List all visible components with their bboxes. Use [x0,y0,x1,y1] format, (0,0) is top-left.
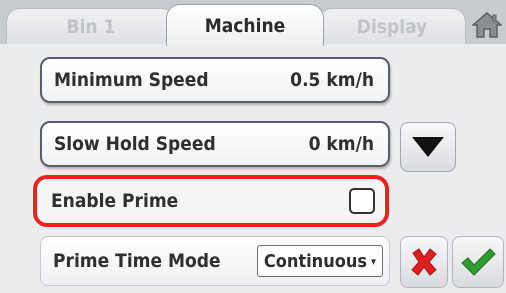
tab-display[interactable]: Display [318,8,466,44]
slow-hold-speed-label: Slow Hold Speed [54,133,216,155]
minimum-speed-label: Minimum Speed [54,69,209,91]
enable-prime-checkbox[interactable] [349,188,375,214]
slow-hold-speed-field[interactable]: Slow Hold Speed 0 km/h [40,121,390,167]
tab-machine[interactable]: Machine [166,4,324,46]
confirm-button[interactable] [452,236,504,288]
scroll-down-button[interactable] [400,122,456,172]
minimum-speed-field[interactable]: Minimum Speed 0.5 km/h [40,57,390,103]
home-icon [472,12,502,38]
chevron-down-icon: ▾ [371,254,376,268]
prime-time-mode-select[interactable]: Continuous ▾ [256,245,383,277]
tab-machine-label: Machine [204,14,286,37]
checkmark-icon [461,248,496,276]
prime-time-mode-label: Prime Time Mode [53,250,221,272]
enable-prime-row[interactable]: Enable Prime [33,175,389,227]
tab-bin-1[interactable]: Bin 1 [6,8,176,44]
minimum-speed-value: 0.5 km/h [290,69,374,91]
enable-prime-label: Enable Prime [51,190,179,212]
tab-bar: Bin 1 Display Machine [0,0,506,46]
machine-settings-screen: Bin 1 Display Machine Minimum Speed 0.5 … [0,0,506,293]
tab-bin-1-label: Bin 1 [66,15,116,38]
home-button[interactable] [468,6,506,44]
triangle-down-icon [412,137,444,157]
slow-hold-speed-value: 0 km/h [308,133,374,155]
prime-time-mode-value: Continuous [263,250,368,272]
x-cross-icon [411,248,437,276]
cancel-button[interactable] [400,236,448,288]
prime-time-mode-row: Prime Time Mode Continuous ▾ [40,236,390,286]
tab-display-label: Display [356,15,428,38]
